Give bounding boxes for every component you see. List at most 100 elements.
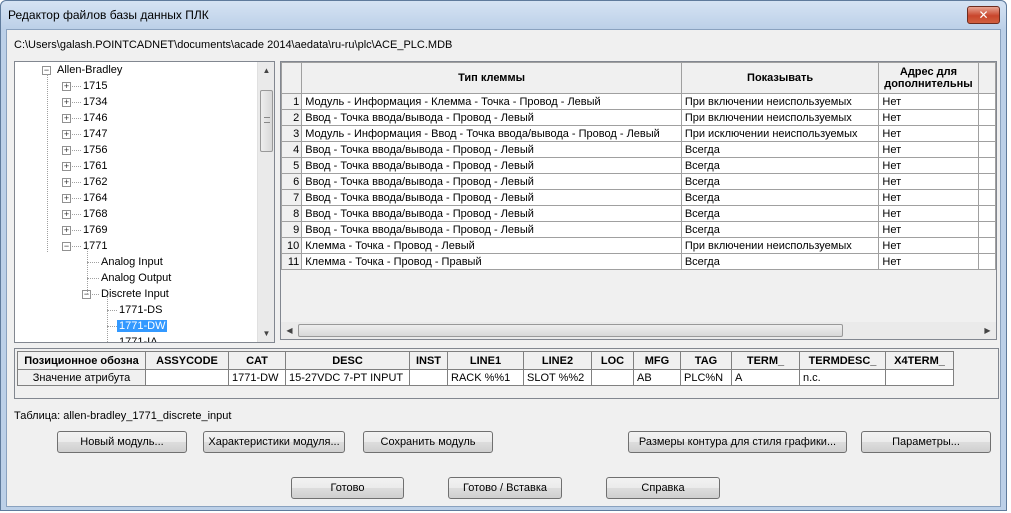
address-cell[interactable]: Нет [878, 93, 979, 110]
tree-item-1769[interactable]: 1769 [81, 222, 109, 238]
tree-item-analog-input[interactable]: Analog Input [99, 254, 165, 270]
attribute-value-cell[interactable]: A [731, 369, 800, 386]
show-cell[interactable]: Всегда [680, 189, 880, 206]
table-row[interactable]: 5 Ввод - Точка ввода/вывода - Провод - Ле… [281, 157, 996, 174]
address-cell[interactable]: Нет [878, 237, 979, 254]
terminal-type-cell[interactable]: Модуль - Информация - Ввод - Точка ввода… [301, 125, 682, 142]
attribute-value-cell[interactable] [145, 369, 229, 386]
table-row[interactable]: 7 Ввод - Точка ввода/вывода - Провод - Ле… [281, 189, 996, 206]
tree-item-1762[interactable]: 1762 [81, 174, 109, 190]
done-button[interactable]: Готово [291, 477, 404, 499]
done-insert-button[interactable]: Готово / Вставка [448, 477, 562, 499]
table-row[interactable]: 11 Клемма - Точка - Провод - Правый Всегда… [281, 253, 996, 270]
row-number-cell[interactable]: 11 [281, 253, 303, 270]
address-cell[interactable]: Нет [878, 173, 979, 190]
row-number-cell[interactable]: 2 [281, 109, 303, 126]
attribute-value-cell[interactable]: 1771-DW [228, 369, 286, 386]
row-number-cell[interactable]: 5 [281, 157, 303, 174]
attribute-header[interactable]: LINE2 [523, 351, 592, 370]
tree-item-1746[interactable]: 1746 [81, 110, 109, 126]
tree-item-1771-dw[interactable]: 1771-DW [117, 318, 168, 334]
table-row[interactable]: 9 Ввод - Точка ввода/вывода - Провод - Ле… [281, 221, 996, 238]
attribute-header[interactable]: DESC [285, 351, 410, 370]
column-header-terminal-type[interactable]: Тип клеммы [301, 62, 682, 94]
attribute-header[interactable]: LOC [591, 351, 634, 370]
tree-item-1715[interactable]: 1715 [81, 78, 109, 94]
row-number-cell[interactable]: 4 [281, 141, 303, 158]
expand-toggle-icon[interactable]: + [62, 162, 71, 171]
tree-item-1764[interactable]: 1764 [81, 190, 109, 206]
tree-item-1771[interactable]: 1771 [81, 238, 109, 254]
show-cell[interactable]: Всегда [680, 141, 880, 158]
terminal-type-cell[interactable]: Клемма - Точка - Провод - Левый [301, 237, 682, 254]
close-button[interactable]: ✕ [967, 6, 1000, 24]
tree-item-allen-bradley[interactable]: Allen-Bradley [55, 62, 124, 78]
address-cell[interactable]: Нет [878, 205, 979, 222]
table-row[interactable]: 1 Модуль - Информация - Клемма - Точка - … [281, 93, 996, 110]
attribute-header[interactable]: MFG [633, 351, 681, 370]
row-number-cell[interactable]: 1 [281, 93, 303, 110]
row-number-cell[interactable]: 7 [281, 189, 303, 206]
address-cell[interactable]: Нет [878, 141, 979, 158]
tree-item-1761[interactable]: 1761 [81, 158, 109, 174]
attribute-header[interactable]: ASSYCODE [145, 351, 229, 370]
address-cell[interactable]: Нет [878, 189, 979, 206]
row-number-cell[interactable]: 6 [281, 173, 303, 190]
expand-toggle-icon[interactable]: + [62, 82, 71, 91]
table-row[interactable]: 4 Ввод - Точка ввода/вывода - Провод - Ле… [281, 141, 996, 158]
table-row[interactable]: 8 Ввод - Точка ввода/вывода - Провод - Ле… [281, 205, 996, 222]
outline-sizes-button[interactable]: Размеры контура для стиля графики... [628, 431, 847, 453]
address-cell[interactable]: Нет [878, 125, 979, 142]
scroll-down-icon[interactable]: ▼ [258, 325, 274, 342]
attribute-value-cell[interactable]: n.c. [799, 369, 886, 386]
tree-item-discrete-input[interactable]: Discrete Input [99, 286, 171, 302]
scroll-up-icon[interactable]: ▲ [258, 62, 274, 79]
expand-toggle-icon[interactable]: + [62, 130, 71, 139]
attribute-row-label[interactable]: Значение атрибута [17, 369, 146, 386]
save-module-button[interactable]: Сохранить модуль [363, 431, 493, 453]
show-cell[interactable]: Всегда [680, 221, 880, 238]
tree-vertical-scrollbar[interactable]: ▲ ▼ [257, 62, 274, 342]
attribute-header[interactable]: LINE1 [447, 351, 524, 370]
column-header-address[interactable]: Адрес для дополнительны [878, 62, 979, 94]
attribute-value-cell[interactable] [591, 369, 634, 386]
show-cell[interactable]: При исключении неиспользуемых [680, 125, 880, 142]
address-cell[interactable]: Нет [878, 109, 979, 126]
scroll-left-icon[interactable]: ◀ [281, 322, 298, 339]
parameters-button[interactable]: Параметры... [861, 431, 991, 453]
attribute-value-cell[interactable] [885, 369, 954, 386]
scroll-right-icon[interactable]: ▶ [979, 322, 996, 339]
address-cell[interactable]: Нет [878, 221, 979, 238]
tree-item-1768[interactable]: 1768 [81, 206, 109, 222]
show-cell[interactable]: Всегда [680, 173, 880, 190]
attribute-value-cell[interactable]: RACK %%1 [447, 369, 524, 386]
attribute-value-cell[interactable] [409, 369, 448, 386]
table-row[interactable]: 10 Клемма - Точка - Провод - Левый При вкл… [281, 237, 996, 254]
show-cell[interactable]: Всегда [680, 205, 880, 222]
row-number-cell[interactable]: 8 [281, 205, 303, 222]
terminal-type-cell[interactable]: Модуль - Информация - Клемма - Точка - П… [301, 93, 682, 110]
new-module-button[interactable]: Новый модуль... [57, 431, 187, 453]
table-row[interactable]: 3 Модуль - Информация - Ввод - Точка ввод… [281, 125, 996, 142]
attribute-value-cell[interactable]: 15-27VDC 7-PT INPUT [285, 369, 410, 386]
address-cell[interactable]: Нет [878, 253, 979, 270]
table-row[interactable]: 2 Ввод - Точка ввода/вывода - Провод - Ле… [281, 109, 996, 126]
terminal-type-cell[interactable]: Ввод - Точка ввода/вывода - Провод - Лев… [301, 109, 682, 126]
table-row[interactable]: 6 Ввод - Точка ввода/вывода - Провод - Ле… [281, 173, 996, 190]
terminal-type-cell[interactable]: Клемма - Точка - Провод - Правый [301, 253, 682, 270]
tree-item-1756[interactable]: 1756 [81, 142, 109, 158]
grid-scroll-thumb[interactable] [298, 324, 843, 337]
expand-toggle-icon[interactable]: + [62, 146, 71, 155]
attribute-header[interactable]: TERM_ [731, 351, 800, 370]
attribute-header[interactable]: CAT [228, 351, 286, 370]
tree-scroll-thumb[interactable] [260, 90, 273, 152]
column-header-show[interactable]: Показывать [680, 62, 880, 94]
show-cell[interactable]: При включении неиспользуемых [680, 237, 880, 254]
attribute-value-cell[interactable]: SLOT %%2 [523, 369, 592, 386]
expand-toggle-icon[interactable]: + [62, 178, 71, 187]
terminal-type-cell[interactable]: Ввод - Точка ввода/вывода - Провод - Лев… [301, 173, 682, 190]
tree-item-1771-ia[interactable]: 1771-IA [117, 334, 160, 342]
collapse-toggle-icon[interactable]: − [62, 242, 71, 251]
show-cell[interactable]: При включении неиспользуемых [680, 93, 880, 110]
expand-toggle-icon[interactable]: + [62, 226, 71, 235]
